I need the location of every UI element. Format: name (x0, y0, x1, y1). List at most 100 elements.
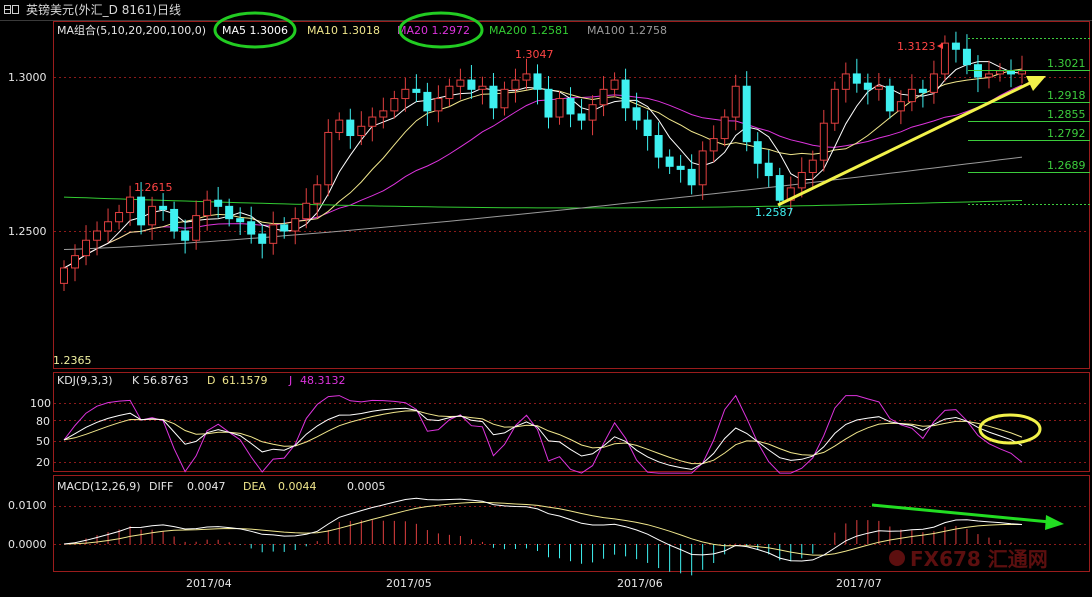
candle (676, 165, 685, 170)
candle (258, 233, 267, 244)
candle (720, 116, 729, 140)
x-tick-jun: 2017/06 (617, 577, 663, 590)
candle (104, 221, 113, 232)
price-chart[interactable]: 1.3000 1.2500 100 80 50 20 0.0100 0.0000… (0, 0, 1092, 597)
watermark: FX678 汇通网 (889, 547, 1048, 571)
candle (71, 255, 80, 269)
candle (742, 85, 751, 143)
candle (423, 91, 432, 112)
candle (830, 88, 839, 124)
candle (170, 208, 179, 232)
macd-dea-value: 0.0044 (278, 480, 317, 493)
low-label-1: 1.2587 (755, 206, 794, 219)
candle (577, 113, 586, 121)
high-label-2: 1.3047 (515, 48, 554, 61)
candle (313, 184, 322, 204)
candle (665, 156, 674, 167)
grid-lines (54, 77, 1089, 545)
ma20-label: MA20 1.2972 (397, 24, 470, 37)
candle (280, 224, 289, 232)
candle (731, 85, 740, 118)
candle (885, 85, 894, 112)
candle (588, 104, 597, 121)
candle (368, 116, 377, 127)
kdj-header: KDJ(9,3,3) K 56.8763 D 61.1579 J 48.3132 (57, 374, 346, 387)
macd-diff-value: 0.0047 (187, 480, 226, 493)
candle (390, 98, 399, 112)
candle (445, 85, 454, 100)
candle (918, 88, 927, 93)
kdj-d-value: 61.1579 (222, 374, 268, 387)
kdj-k-value: 56.8763 (143, 374, 189, 387)
fib-label-1: 1.2918 (1047, 89, 1086, 102)
candle (247, 221, 256, 235)
candle (797, 171, 806, 189)
candle (456, 79, 465, 87)
kdj-lines (63, 394, 1023, 474)
candle (775, 175, 784, 201)
candle (907, 88, 916, 103)
ma-header: MA组合(5,10,20,200,100,0) MA5 1.3006 MA10 … (57, 11, 667, 49)
ma10-label: MA10 1.3018 (307, 24, 380, 37)
ma5-line (63, 61, 1023, 269)
macd-histogram (63, 497, 1023, 576)
macd-hist-value: 0.0005 (347, 480, 386, 493)
macd-dea-line (63, 501, 1023, 556)
candle (236, 218, 245, 223)
macd-arrow-icon (871, 503, 1064, 530)
candle (995, 70, 1004, 75)
candle (357, 125, 366, 137)
candle (1006, 70, 1015, 75)
candle (522, 73, 531, 81)
candle (269, 224, 278, 244)
candle (93, 230, 102, 241)
kdj-tick-20: 20 (36, 456, 50, 469)
candle (896, 101, 905, 112)
candle (610, 79, 619, 90)
fib-label-2: 1.2855 (1047, 108, 1086, 121)
candle (599, 88, 608, 106)
candle (643, 119, 652, 137)
x-tick-jul: 2017/07 (836, 577, 882, 590)
candle (335, 119, 344, 133)
low-label-0: 1.2365 (53, 354, 92, 367)
candle (401, 88, 410, 100)
candle (566, 98, 575, 115)
macd-tick-0100: 0.0100 (8, 499, 47, 512)
ma10-line (63, 68, 1023, 269)
x-tick-may: 2017/05 (386, 577, 432, 590)
candle (60, 267, 68, 284)
ma20-line (63, 84, 1023, 269)
candle (533, 73, 542, 90)
kdj-j-value: 48.3132 (300, 374, 346, 387)
candle (478, 85, 487, 90)
candle (500, 88, 509, 109)
kdj-j-label: J (288, 374, 292, 387)
candle (544, 88, 553, 118)
candle (654, 135, 663, 158)
candle (951, 42, 960, 50)
high-label-3: 1.3123 (897, 40, 936, 53)
watermark-text: FX678 汇通网 (910, 547, 1048, 571)
kdj-d-label: D (207, 374, 215, 387)
candle (511, 79, 520, 90)
candle (214, 199, 223, 207)
candle (808, 159, 817, 173)
y-tick-13000: 1.3000 (8, 71, 47, 84)
candle (181, 230, 190, 241)
candle (302, 202, 311, 220)
candle (555, 98, 564, 118)
kdj-tick-100: 100 (30, 397, 51, 410)
macd-dea-label: DEA (243, 480, 266, 493)
candle (82, 239, 91, 257)
candle (841, 73, 850, 90)
candle (962, 48, 971, 66)
kdj-d-line (63, 410, 1023, 465)
arrow-left-icon (937, 43, 943, 49)
kdj-tick-50: 50 (36, 435, 50, 448)
macd-header: MACD(12,26,9) DIFF 0.0047 DEA 0.0044 0.0… (57, 480, 386, 493)
candle (489, 85, 498, 109)
candle (819, 122, 828, 161)
candle (148, 205, 157, 226)
candle (764, 162, 773, 177)
